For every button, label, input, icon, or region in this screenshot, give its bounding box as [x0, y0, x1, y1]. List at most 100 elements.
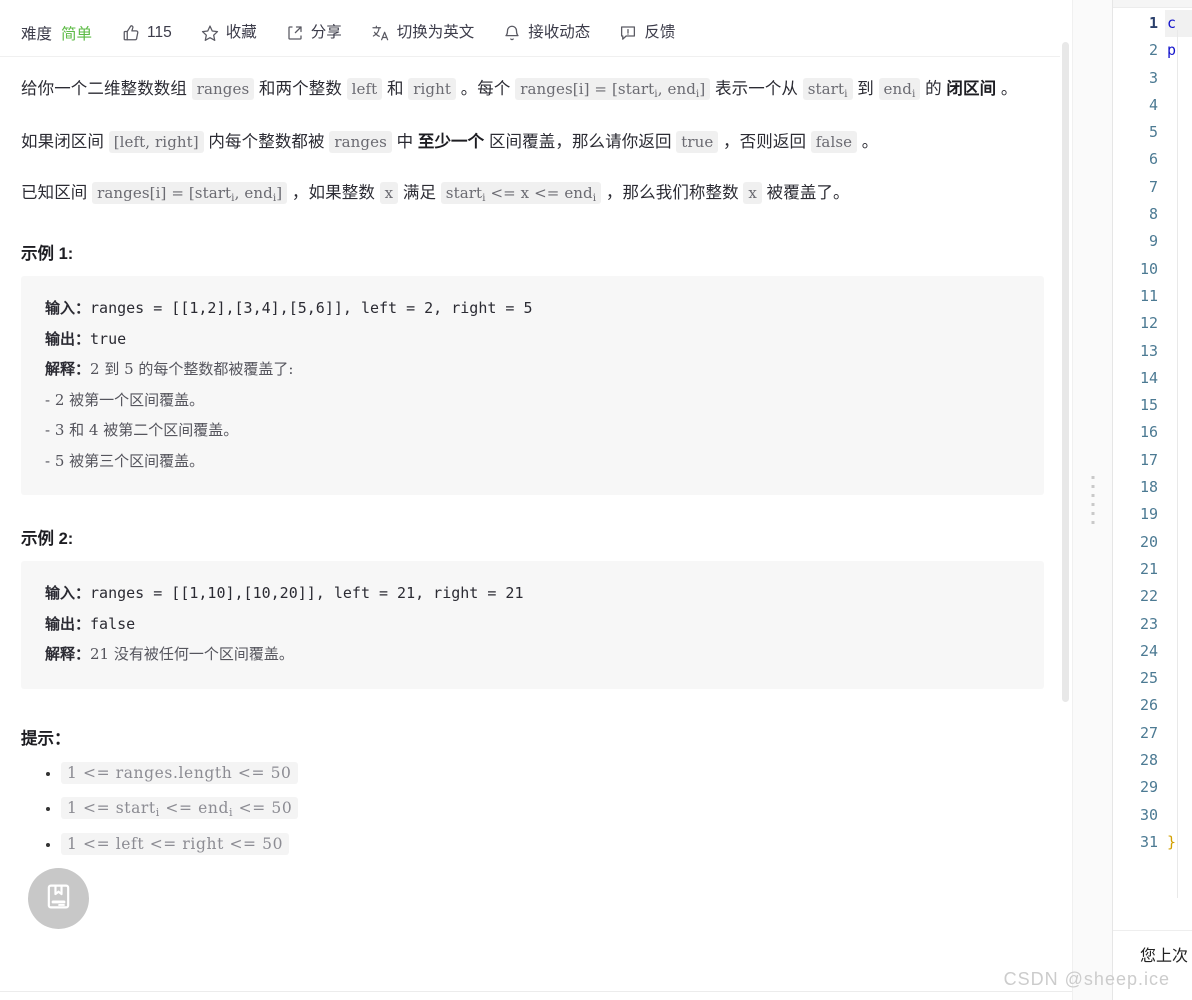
line-number: 1 — [1148, 14, 1158, 32]
example-line-key: 输入： — [45, 299, 91, 317]
example-2-block: 输入：ranges = [[1,10],[10,20]], left = 21,… — [21, 561, 1044, 689]
line-number: 5 — [1148, 123, 1158, 142]
description-paragraph-3: 已知区间 ranges[i] = [starti, endi] ，如果整数 x … — [21, 179, 1044, 210]
subscript: i — [654, 88, 658, 100]
line-number: 4 — [1148, 95, 1158, 114]
subscript: i — [272, 192, 277, 204]
text-fragment: <= 50 — [233, 798, 293, 817]
translate-button[interactable]: 切换为英文 — [371, 24, 474, 42]
description-paragraph-2: 如果闭区间 [left, right] 内每个整数都被 ranges 中 至少一… — [21, 128, 1044, 157]
example-line-value: true — [90, 329, 127, 348]
line-number: 15 — [1139, 396, 1158, 415]
editor-inner-divider — [1177, 30, 1178, 898]
share-label: 分享 — [310, 23, 342, 41]
line-number-gutter: 1 2 3 4 5 6 7 8 9 10 11 12 13 14 15 16 1… — [1113, 8, 1165, 898]
code-text[interactable]: c p} — [1165, 8, 1192, 898]
problem-description-pane: 难度 简单 115 收藏 分享 切换为英文 接收动态 反馈 给你一个二维整数数组… — [0, 0, 1072, 1000]
line-number: 20 — [1139, 532, 1158, 551]
example-line-value: 21 没有被任何一个区间覆盖。 — [90, 645, 294, 663]
line-number: 27 — [1139, 723, 1158, 742]
text-fragment: , end — [657, 80, 696, 98]
difficulty-group: 难度 简单 — [21, 22, 92, 44]
inline-code: starti <= x <= endi — [440, 182, 602, 204]
editor-toolbar-edge — [1113, 0, 1192, 8]
splitter-grip-icon[interactable] — [1091, 476, 1094, 524]
note-floating-button[interactable] — [28, 868, 89, 929]
example-line-key: 解释： — [45, 360, 91, 378]
inline-code: true — [676, 131, 719, 153]
text-fragment: 到 — [852, 80, 879, 98]
line-number: 19 — [1139, 505, 1158, 524]
text-fragment: end — [883, 80, 912, 98]
line-number: 22 — [1139, 587, 1158, 606]
text-fragment: 如果闭区间 — [21, 133, 109, 151]
inline-code: ranges — [329, 131, 392, 153]
line-number: 8 — [1148, 205, 1158, 224]
text-fragment: 的 — [920, 80, 947, 98]
book-note-icon — [44, 882, 73, 916]
example-line-value: - 5 被第三个区间覆盖。 — [45, 451, 205, 470]
inline-code: false — [810, 131, 858, 153]
like-count: 115 — [147, 23, 172, 41]
inline-code: x — [743, 182, 762, 204]
description-scrollbar-thumb[interactable] — [1062, 42, 1069, 702]
text-fragment: 表示一个从 — [710, 80, 803, 98]
inline-code: ranges[i] = [starti, endi] — [515, 78, 711, 100]
bottom-divider — [0, 991, 1072, 992]
line-number: 6 — [1148, 150, 1158, 169]
inline-code: endi — [878, 78, 921, 100]
line-number: 26 — [1139, 696, 1158, 715]
line-number: 16 — [1139, 423, 1158, 442]
example-line-key: 输出： — [45, 329, 91, 348]
example-line-value: 2 到 5 的每个整数都被覆盖了: — [90, 360, 294, 378]
code-line: c — [1167, 14, 1177, 32]
inline-code: ranges[i] = [starti, endi] — [92, 182, 288, 204]
line-number: 12 — [1139, 314, 1158, 333]
pane-splitter[interactable] — [1072, 0, 1112, 1000]
like-button[interactable]: 115 — [122, 24, 172, 42]
subscript: i — [695, 88, 700, 100]
text-fragment: ，如果整数 — [287, 184, 380, 202]
text-fragment: 和 — [382, 80, 409, 98]
code-editor-pane[interactable]: 1 2 3 4 5 6 7 8 9 10 11 12 13 14 15 16 1… — [1112, 0, 1192, 1000]
example-1-block: 输入：ranges = [[1,2],[3,4],[5,6]], left = … — [21, 276, 1044, 495]
difficulty-value: 简单 — [61, 25, 93, 43]
code-area[interactable]: 1 2 3 4 5 6 7 8 9 10 11 12 13 14 15 16 1… — [1113, 8, 1192, 898]
text-fragment: ranges[i] = [start — [97, 184, 232, 202]
emphasis-text: 至少一个 — [417, 133, 485, 151]
feedback-button[interactable]: 反馈 — [619, 24, 675, 42]
example-line-key: 输出： — [45, 614, 91, 633]
list-item: 1 <= starti <= endi <= 50 — [61, 794, 1044, 824]
text-fragment: ，否则返回 — [718, 133, 811, 151]
description-scrollbar-track[interactable] — [1060, 0, 1072, 1000]
subscript: i — [231, 192, 235, 204]
text-fragment: start — [807, 80, 845, 98]
hint-code: 1 <= starti <= endi <= 50 — [61, 796, 299, 819]
line-number: 28 — [1139, 751, 1158, 770]
star-icon — [201, 24, 219, 42]
favorite-button[interactable]: 收藏 — [201, 24, 257, 42]
text-fragment: 内每个整数都被 — [203, 133, 330, 151]
subscribe-button[interactable]: 接收动态 — [503, 24, 590, 42]
difficulty-label: 难度 — [21, 25, 53, 43]
code-line: p — [1167, 41, 1177, 60]
line-number: 29 — [1139, 778, 1158, 797]
line-number: 13 — [1139, 341, 1158, 360]
share-button[interactable]: 分享 — [286, 24, 342, 42]
hints-title: 提示： — [21, 729, 71, 748]
